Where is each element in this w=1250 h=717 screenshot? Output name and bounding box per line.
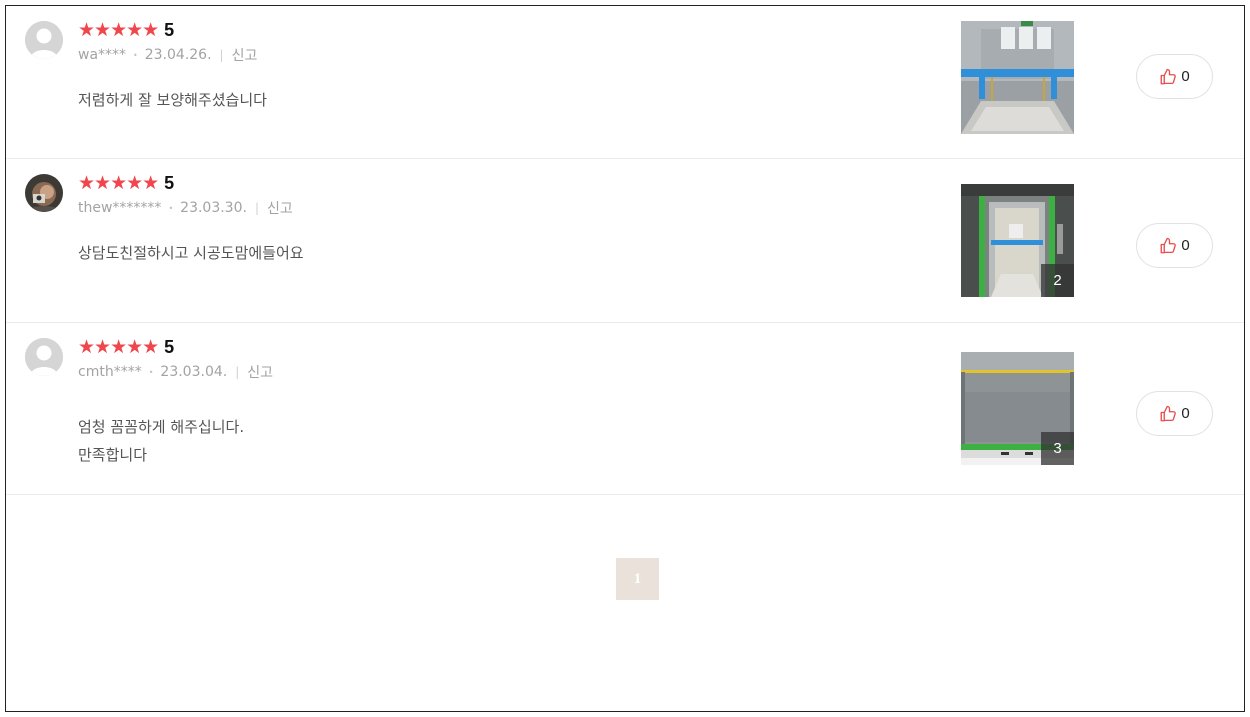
rating-score: 5 [164,173,175,193]
separator-bar: | [219,48,224,62]
report-link[interactable]: 신고 [267,198,293,218]
review-item: ★★★★★ 5 thew******* • 23.03.30. | 신고 상담도… [6,159,1244,323]
separator-dot: • [133,50,138,60]
review-item: ★★★★★ 5 cmth**** • 23.03.04. | 신고 엄청 꼼꼼하… [6,323,1244,495]
avatar [25,21,63,59]
page-button-current[interactable]: 1 [616,558,659,600]
review-meta: cmth**** • 23.03.04. | 신고 [78,362,273,382]
like-count: 0 [1181,68,1190,85]
review-item: ★★★★★ 5 wa**** • 23.04.26. | 신고 저렴하게 잘 보… [6,6,1244,159]
review-photo[interactable] [961,21,1074,134]
review-author: cmth**** [78,364,142,380]
like-button[interactable]: 0 [1136,54,1213,99]
review-content: 상담도친절하시고 시공도맘에들어요 [78,239,304,267]
review-meta: thew******* • 23.03.30. | 신고 [78,198,293,218]
review-meta: wa**** • 23.04.26. | 신고 [78,45,257,65]
separator-dot: • [168,203,174,213]
review-author: wa**** [78,47,127,63]
pagination: 1 [616,558,659,600]
review-date: 23.03.04. [160,364,228,380]
rating-score: 5 [164,20,175,40]
review-content: 저렴하게 잘 보양해주셨습니다 [78,86,267,114]
avatar [25,174,63,212]
report-link[interactable]: 신고 [247,362,273,382]
review-content: 엄청 꼼꼼하게 해주십니다. 만족합니다 [78,413,244,469]
review-text-line: 상담도친절하시고 시공도맘에들어요 [78,244,304,262]
like-count: 0 [1181,405,1190,422]
like-button[interactable]: 0 [1136,223,1213,268]
separator-dot: • [148,367,154,377]
review-author: thew******* [78,200,162,216]
avatar [25,338,63,376]
review-text-line: 만족합니다 [78,446,148,464]
thumbs-up-icon [1160,405,1177,421]
rating: ★★★★★ 5 [78,336,174,358]
rating: ★★★★★ 5 [78,172,174,194]
review-list: ★★★★★ 5 wa**** • 23.04.26. | 신고 저렴하게 잘 보… [5,5,1245,712]
review-photo[interactable]: 2 [961,184,1074,297]
review-text-line: 저렴하게 잘 보양해주셨습니다 [78,91,267,109]
report-link[interactable]: 신고 [232,45,258,65]
photo-count-badge: 2 [1041,264,1074,297]
review-date: 23.03.30. [180,200,247,216]
like-count: 0 [1181,237,1190,254]
star-rating-icons: ★★★★★ [78,172,159,194]
review-photo[interactable]: 3 [961,352,1074,465]
star-rating-icons: ★★★★★ [78,336,159,358]
photo-count-badge: 3 [1041,432,1074,465]
separator-bar: | [235,365,240,379]
rating: ★★★★★ 5 [78,19,174,41]
like-button[interactable]: 0 [1136,391,1213,436]
rating-score: 5 [164,337,175,357]
separator-bar: | [254,201,259,215]
thumbs-up-icon [1160,237,1177,253]
review-date: 23.04.26. [144,47,212,63]
thumbs-up-icon [1160,68,1177,84]
star-rating-icons: ★★★★★ [78,19,159,41]
review-text-line: 엄청 꼼꼼하게 해주십니다. [78,418,245,436]
